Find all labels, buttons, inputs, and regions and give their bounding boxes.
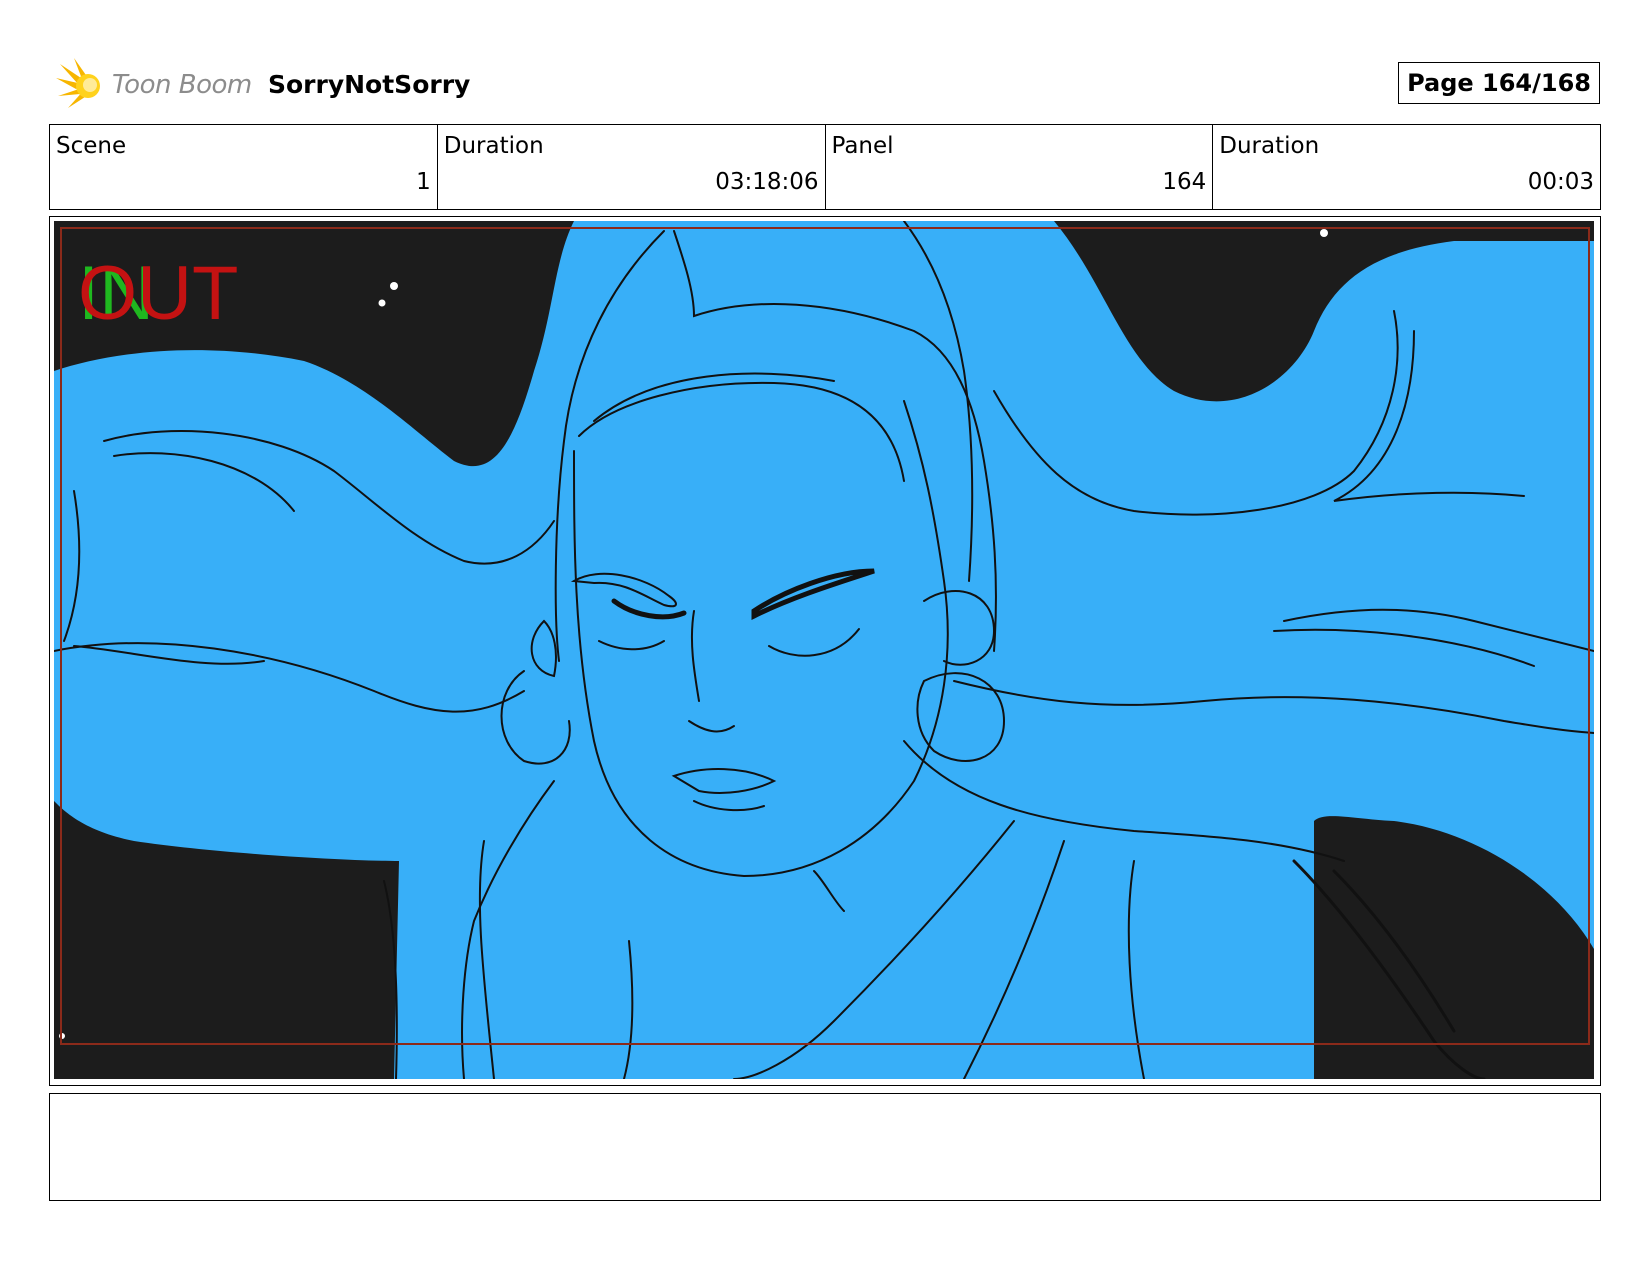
panel-notes-box [49, 1093, 1601, 1201]
star [378, 299, 386, 307]
panel-label: Panel [831, 133, 894, 159]
page-number: Page 164/168 [1398, 62, 1600, 104]
scene-cell: Scene 1 [50, 125, 438, 209]
logo-wordmark: Toon Boom [112, 70, 252, 100]
toon-boom-logo: Toon Boom [54, 56, 252, 112]
star [390, 282, 398, 290]
panel-duration-label: Duration [1219, 133, 1320, 159]
panel-duration-cell: Duration 00:03 [1213, 125, 1600, 209]
panel-duration-value: 00:03 [1527, 169, 1594, 195]
starburst-icon [56, 58, 100, 108]
panel-value: 164 [1162, 169, 1207, 195]
scene-duration-value: 03:18:06 [715, 169, 819, 195]
scene-label: Scene [56, 133, 127, 159]
scene-value: 1 [416, 169, 431, 195]
panel-drawing: IN OUT [54, 221, 1594, 1079]
scene-duration-cell: Duration 03:18:06 [438, 125, 826, 209]
out-marker: OUT [78, 251, 238, 336]
storyboard-panel-frame: IN OUT [49, 216, 1601, 1086]
panel-cell: Panel 164 [826, 125, 1214, 209]
scene-duration-label: Duration [443, 133, 544, 159]
page-header: Toon Boom SorryNotSorry Page 164/168 [50, 56, 1600, 116]
panel-info-table: Scene 1 Duration 03:18:06 Panel 164 Dura… [49, 124, 1601, 210]
star [1320, 229, 1328, 237]
project-title: SorryNotSorry [268, 70, 471, 99]
storyboard-panel-image: IN OUT [54, 221, 1594, 1079]
